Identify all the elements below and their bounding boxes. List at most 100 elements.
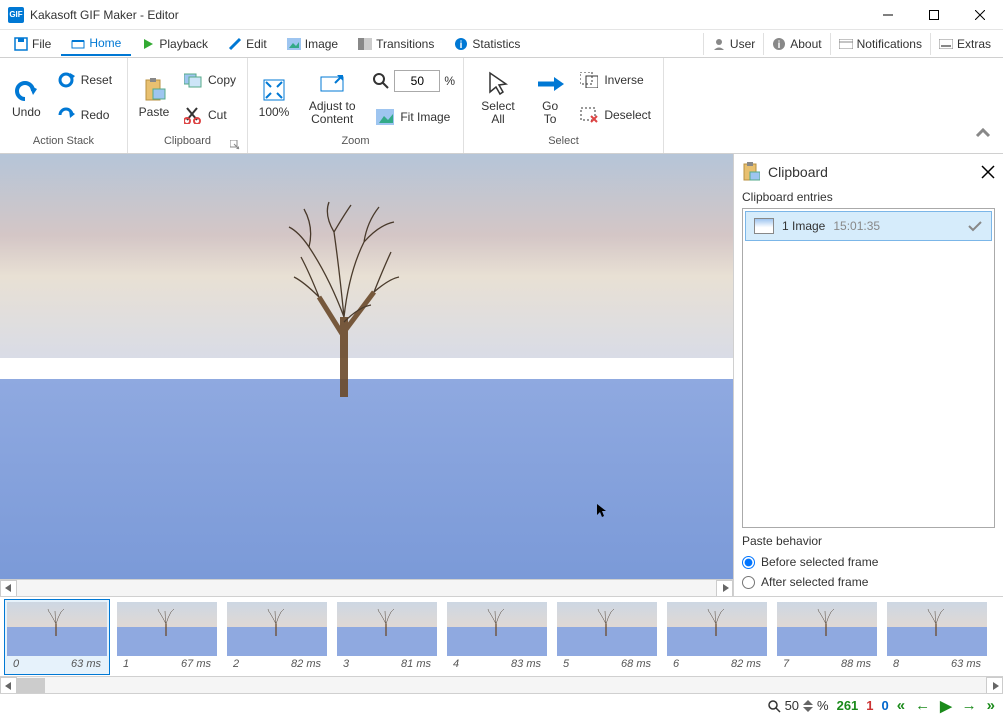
magnify-icon [372,72,390,90]
copy-icon [184,71,202,89]
statusbar: 50 % 261 1 0 « ← ▶ → » [0,693,1003,717]
inverse-button[interactable]: Inverse [574,68,657,92]
mouse-cursor-icon [597,504,607,518]
window-title: Kakasoft GIF Maker - Editor [30,8,865,22]
frame-thumb[interactable]: 167 ms [114,599,220,675]
frame-thumb[interactable]: 282 ms [224,599,330,675]
ribbon-collapse-button[interactable] [969,119,997,147]
scroll-right-button[interactable] [716,580,733,597]
clipboard-entries-list: 1 Image 15:01:35 [742,208,995,528]
paste-button[interactable]: Paste [132,60,176,135]
filmstrip[interactable]: 063 ms167 ms282 ms381 ms483 ms568 ms682 … [0,596,1003,676]
frame-thumb[interactable]: 568 ms [554,599,660,675]
entry-time: 15:01:35 [833,219,880,233]
nav-next-button[interactable]: → [962,697,977,715]
image-icon [287,37,301,51]
svg-text:i: i [460,40,463,51]
tab-notifications[interactable]: Notifications [830,33,930,55]
entry-name: 1 Image [782,219,825,233]
canvas-hscrollbar[interactable] [0,579,733,596]
tab-edit[interactable]: Edit [218,33,277,55]
adjust-to-content-button[interactable]: Adjust to Content [296,60,368,135]
frame-thumb[interactable]: 863 ms [884,599,990,675]
frame-thumb[interactable]: 483 ms [444,599,550,675]
close-button[interactable] [957,0,1003,30]
svg-text:i: i [778,40,781,51]
redo-button[interactable]: Redo [51,103,118,127]
cut-button[interactable]: Cut [178,103,242,127]
radio-after-frame[interactable]: After selected frame [742,572,995,592]
nav-last-button[interactable]: » [987,697,995,715]
canvas[interactable] [0,154,733,579]
scroll-left-button[interactable] [0,580,17,597]
status-red: 1 [866,698,873,713]
expand-icon [260,76,288,104]
tab-file[interactable]: File [4,33,61,55]
zoom-spinner[interactable] [803,699,813,713]
status-zoom-pct: % [817,698,829,713]
paste-icon [140,76,168,104]
nav-play-button[interactable]: ▶ [940,697,952,715]
clipboard-icon [742,162,760,182]
cursor-icon [484,70,512,98]
goto-button[interactable]: Go To [528,60,572,135]
reset-button[interactable]: Reset [51,68,118,92]
panel-title: Clipboard [768,164,973,180]
tab-statistics[interactable]: iStatistics [444,33,530,55]
tab-about[interactable]: iAbout [763,33,829,55]
select-all-button[interactable]: Select All [468,60,528,135]
paste-behavior-label: Paste behavior [742,534,995,548]
frame-thumb[interactable]: 063 ms [4,599,110,675]
inverse-icon [580,71,598,89]
status-blue: 0 [882,698,889,713]
tab-image[interactable]: Image [277,33,348,55]
pencil-icon [228,37,242,51]
transitions-icon [358,37,372,51]
tab-extras[interactable]: Extras [930,33,999,55]
undo-button[interactable]: Undo [4,60,49,135]
zoom-value-input[interactable] [394,70,440,92]
tab-playback[interactable]: Playback [131,33,218,55]
frame-thumb[interactable]: 682 ms [664,599,770,675]
group-label-select: Select [468,135,659,153]
user-icon [712,37,726,51]
scroll-right-button[interactable] [986,677,1003,694]
tab-transitions[interactable]: Transitions [348,33,444,55]
info-icon: i [772,37,786,51]
content-area: Clipboard Clipboard entries 1 Image 15:0… [0,154,1003,596]
frame-thumb[interactable]: 381 ms [334,599,440,675]
panel-close-button[interactable] [981,165,995,179]
entries-label: Clipboard entries [742,190,995,204]
deselect-icon [580,106,598,124]
info-icon: i [454,37,468,51]
zoom-100-button[interactable]: 100% [252,60,296,135]
group-label-clipboard: Clipboard [132,135,243,153]
redo-icon [57,106,75,124]
tab-home[interactable]: Home [61,32,131,56]
radio-before-frame[interactable]: Before selected frame [742,552,995,572]
nav-first-button[interactable]: « [897,697,905,715]
scroll-left-button[interactable] [0,677,17,694]
tab-user[interactable]: User [703,33,763,55]
app-icon: GIF [8,7,24,23]
minimize-button[interactable] [865,0,911,30]
extras-icon [939,39,953,49]
zoom-percent-label: % [444,74,455,88]
clipboard-entry[interactable]: 1 Image 15:01:35 [745,211,992,241]
cut-icon [184,106,202,124]
clipboard-launcher[interactable] [229,139,241,151]
fit-image-button[interactable]: Fit Image [370,105,457,129]
scrollbar-thumb[interactable] [17,678,45,693]
deselect-button[interactable]: Deselect [574,103,657,127]
group-label-zoom: Zoom [252,135,459,153]
frame-thumb[interactable]: 788 ms [774,599,880,675]
status-zoom-value: 50 [785,698,799,713]
nav-prev-button[interactable]: ← [915,697,930,715]
notifications-icon [839,39,853,49]
clipboard-panel: Clipboard Clipboard entries 1 Image 15:0… [733,154,1003,596]
reset-icon [57,71,75,89]
status-frame-count: 261 [837,698,859,713]
copy-button[interactable]: Copy [178,68,242,92]
filmstrip-scrollbar[interactable] [0,676,1003,693]
maximize-button[interactable] [911,0,957,30]
